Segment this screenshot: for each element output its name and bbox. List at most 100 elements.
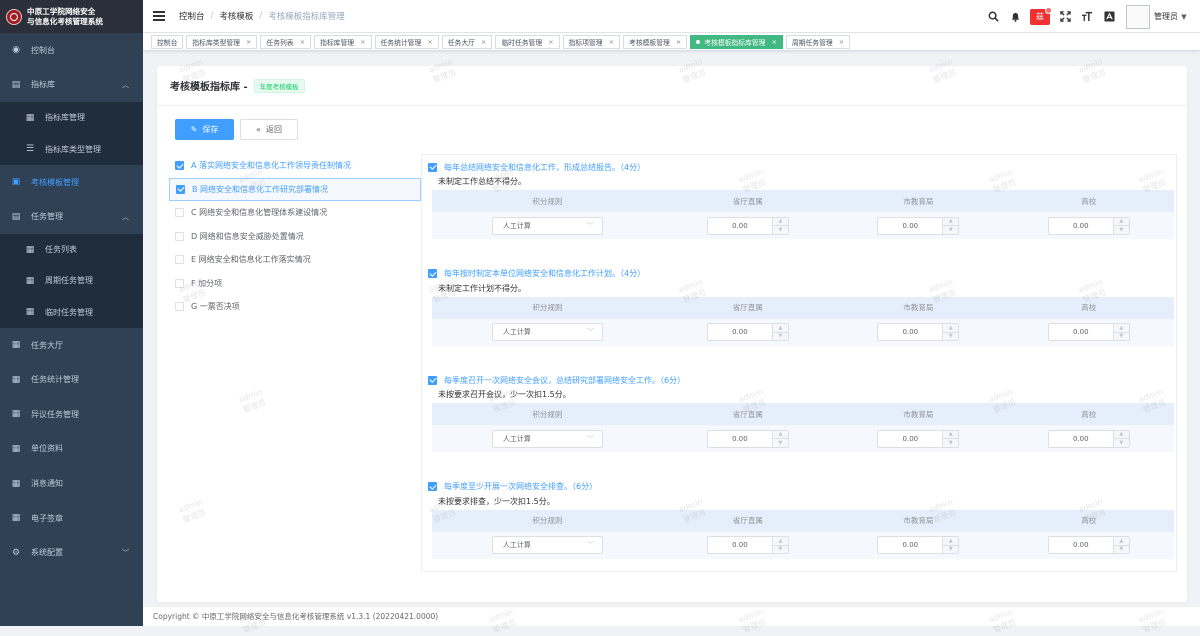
caret-down-icon[interactable]: ▼	[1178, 0, 1190, 33]
category-item[interactable]: D 网络和信息安全威胁处置情况	[169, 225, 421, 249]
sidebar-item[interactable]: ▦ 异议任务管理	[0, 397, 143, 432]
checkbox[interactable]	[175, 302, 184, 312]
tab-tag[interactable]: 任务大厅 ×	[441, 34, 493, 49]
tab-tag[interactable]: 临时任务管理 ×	[495, 34, 560, 49]
breadcrumb-item[interactable]: 控制台	[179, 10, 205, 22]
sidebar-item[interactable]: ☰ 指标库类型管理	[0, 133, 143, 165]
checkbox[interactable]	[428, 482, 437, 491]
score-input[interactable]: 0.00 ▲ ▼	[1047, 323, 1130, 341]
category-item[interactable]: A 落实网络安全和信息化工作领导责任制情况	[169, 154, 421, 178]
category-item[interactable]: C 网络安全和信息化管理体系建设情况	[169, 201, 421, 225]
hamburger-icon[interactable]	[153, 11, 165, 21]
chevron-down-icon[interactable]: ▼	[773, 546, 788, 554]
chevron-up-icon[interactable]: ▲	[772, 431, 788, 439]
chevron-up-icon[interactable]: ▲	[943, 537, 959, 546]
score-input[interactable]: 0.00 ▲ ▼	[706, 216, 789, 235]
sidebar-item[interactable]: ▤ 指标库 ︿	[0, 68, 143, 103]
sidebar-item[interactable]: ▤ 任务管理 ︿	[0, 199, 143, 234]
chevron-up-icon[interactable]: ▲	[772, 218, 788, 226]
score-input[interactable]: 0.00 ▲ ▼	[877, 323, 960, 341]
sidebar-item[interactable]: ▦ 任务大厅	[0, 328, 143, 363]
score-input[interactable]: 0.00 ▲ ▼	[877, 429, 960, 448]
tab-tag[interactable]: 控制台	[151, 34, 184, 49]
checkbox[interactable]	[175, 231, 184, 241]
username[interactable]: 管理员	[1154, 11, 1178, 22]
translate-icon[interactable]	[1098, 0, 1120, 33]
rule-select[interactable]: 人工计算 ﹀	[491, 323, 603, 341]
score-input[interactable]: 0.00 ▲ ▼	[1047, 216, 1130, 235]
category-item[interactable]: G 一票否决项	[169, 295, 421, 319]
checkbox[interactable]	[175, 278, 184, 288]
score-input[interactable]: 0.00 ▲ ▼	[706, 429, 789, 448]
score-input[interactable]: 0.00 ▲ ▼	[877, 536, 960, 554]
breadcrumb-item[interactable]: 考核模板	[219, 10, 253, 22]
score-input[interactable]: 0.00 ▲ ▼	[706, 536, 789, 554]
sidebar-item[interactable]: ▦ 任务统计管理	[0, 362, 143, 397]
checkbox[interactable]	[176, 184, 185, 194]
chevron-down-icon[interactable]: ▼	[943, 226, 958, 234]
sidebar-item[interactable]: ▦ 电子签章	[0, 501, 143, 536]
close-icon[interactable]: ×	[300, 38, 305, 46]
chevron-up-icon[interactable]: ▲	[943, 324, 959, 333]
checkbox[interactable]	[428, 162, 437, 172]
score-input[interactable]: 0.00 ▲ ▼	[877, 216, 960, 235]
checkbox[interactable]	[175, 208, 184, 218]
chevron-down-icon[interactable]: ▼	[1114, 226, 1129, 234]
font-size-icon[interactable]	[1076, 0, 1098, 33]
chevron-down-icon[interactable]: ▼	[773, 226, 788, 234]
close-icon[interactable]: ×	[771, 38, 776, 46]
score-input[interactable]: 0.00 ▲ ▼	[1047, 429, 1130, 448]
logo[interactable]: 中原工学院网络安全 与信息化考核管理系统	[0, 0, 143, 33]
chevron-down-icon[interactable]: ▼	[943, 546, 958, 554]
close-icon[interactable]: ×	[676, 38, 681, 46]
search-icon[interactable]	[982, 0, 1004, 33]
rule-select[interactable]: 人工计算 ﹀	[491, 216, 603, 235]
close-icon[interactable]: ×	[548, 38, 553, 46]
chevron-down-icon[interactable]: ▼	[943, 333, 958, 341]
checkbox[interactable]	[428, 375, 437, 385]
chevron-up-icon[interactable]: ▲	[1113, 431, 1129, 439]
tab-tag[interactable]: 任务列表 ×	[260, 34, 312, 49]
close-icon[interactable]: ×	[427, 38, 432, 46]
tab-tag[interactable]: 考核模板指标库管理 ×	[690, 34, 783, 49]
chevron-up-icon[interactable]: ▲	[1113, 324, 1129, 333]
save-button[interactable]: ✎ 保存	[175, 119, 234, 140]
checkbox[interactable]	[175, 161, 184, 171]
chevron-down-icon[interactable]: ▼	[1114, 546, 1129, 554]
sidebar-item[interactable]: ▦ 临时任务管理	[0, 296, 143, 328]
sidebar-item[interactable]: ◉ 控制台	[0, 33, 143, 68]
score-input[interactable]: 0.00 ▲ ▼	[1047, 536, 1130, 554]
chevron-down-icon[interactable]: ▼	[943, 439, 958, 447]
category-item[interactable]: F 加分项	[169, 272, 421, 296]
chevron-down-icon[interactable]: ▼	[773, 439, 788, 447]
tab-tag[interactable]: 考核模板管理 ×	[623, 34, 688, 49]
checkbox[interactable]	[175, 255, 184, 265]
sidebar-item[interactable]: ▦ 指标库管理	[0, 102, 143, 134]
sidebar-item[interactable]: ▦ 周期任务管理	[0, 265, 143, 297]
sidebar-item[interactable]: ▣ 考核模板管理	[0, 165, 143, 200]
sidebar-item[interactable]: ▦ 消息通知	[0, 466, 143, 501]
checkbox[interactable]	[428, 269, 437, 278]
tab-tag[interactable]: 指标项管理 ×	[562, 34, 621, 49]
close-icon[interactable]: ×	[609, 38, 614, 46]
sidebar-item[interactable]: ⚙ 系统配置 ﹀	[0, 535, 143, 570]
fullscreen-icon[interactable]	[1054, 0, 1076, 33]
sidebar-item[interactable]: ▦ 任务列表	[0, 233, 143, 266]
rule-select[interactable]: 人工计算 ﹀	[491, 536, 603, 554]
close-icon[interactable]: ×	[839, 38, 844, 46]
close-icon[interactable]: ×	[360, 38, 365, 46]
bell-icon[interactable]	[1004, 0, 1026, 33]
chevron-down-icon[interactable]: ▼	[1114, 333, 1129, 341]
tab-tag[interactable]: 指标库类型管理 ×	[186, 34, 258, 49]
close-icon[interactable]: ×	[246, 38, 251, 46]
notice-badge[interactable]: 兹	[1030, 6, 1052, 25]
chevron-up-icon[interactable]: ▲	[943, 218, 959, 226]
chevron-up-icon[interactable]: ▲	[943, 431, 959, 439]
sidebar-item[interactable]: ▦ 单位资料	[0, 432, 143, 467]
chevron-up-icon[interactable]: ▲	[1113, 218, 1129, 226]
chevron-up-icon[interactable]: ▲	[1113, 537, 1129, 546]
tab-tag[interactable]: 指标库管理 ×	[314, 34, 372, 49]
tab-tag[interactable]: 任务统计管理 ×	[374, 34, 439, 49]
avatar[interactable]	[1126, 4, 1150, 29]
back-button[interactable]: « 返回	[240, 119, 298, 140]
